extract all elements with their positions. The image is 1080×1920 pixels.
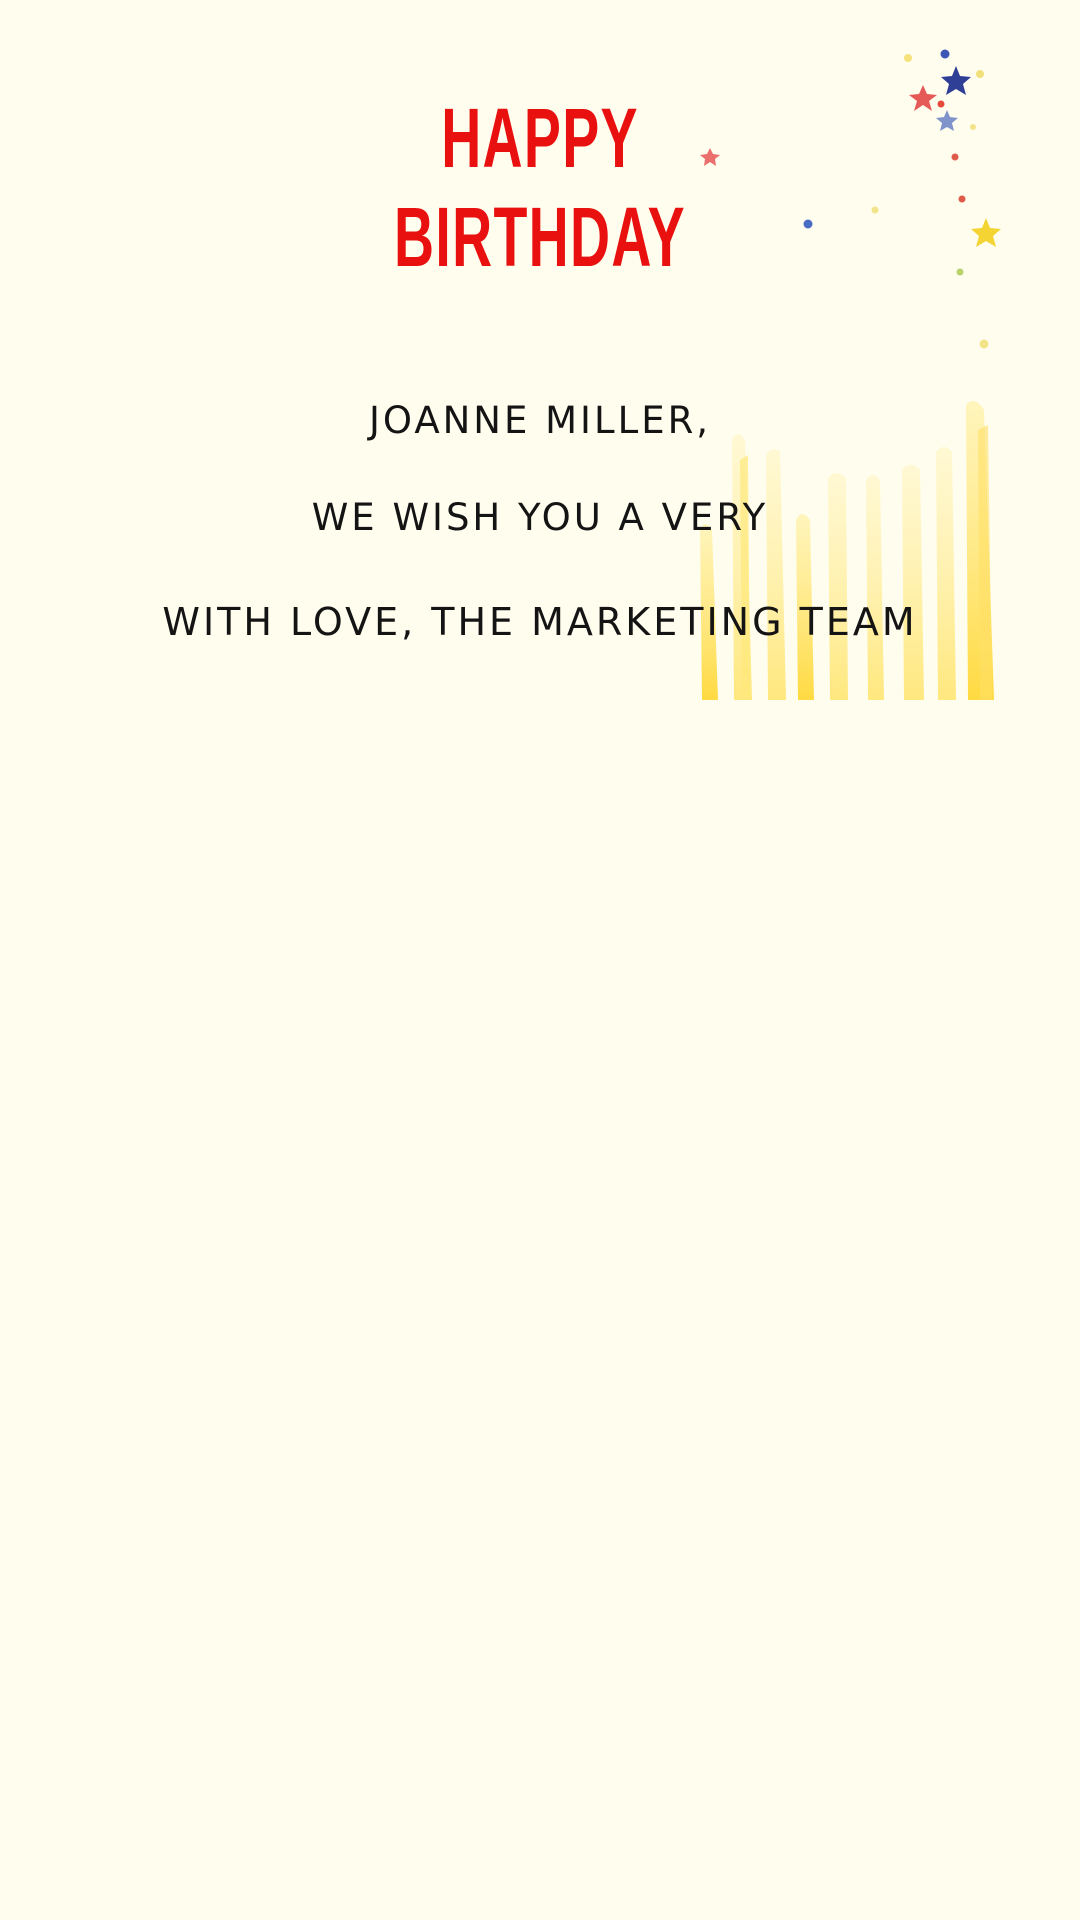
candle-stripes-icon xyxy=(700,401,994,700)
signature: WITH LOVE, THE MARKETING TEAM xyxy=(162,600,918,644)
wish-message: WE WISH YOU A VERY xyxy=(311,496,769,539)
title-happy: HAPPY xyxy=(441,91,639,185)
recipient-name: JOANNE MILLER, xyxy=(368,399,712,442)
title-birthday: BIRTHDAY xyxy=(394,190,686,284)
